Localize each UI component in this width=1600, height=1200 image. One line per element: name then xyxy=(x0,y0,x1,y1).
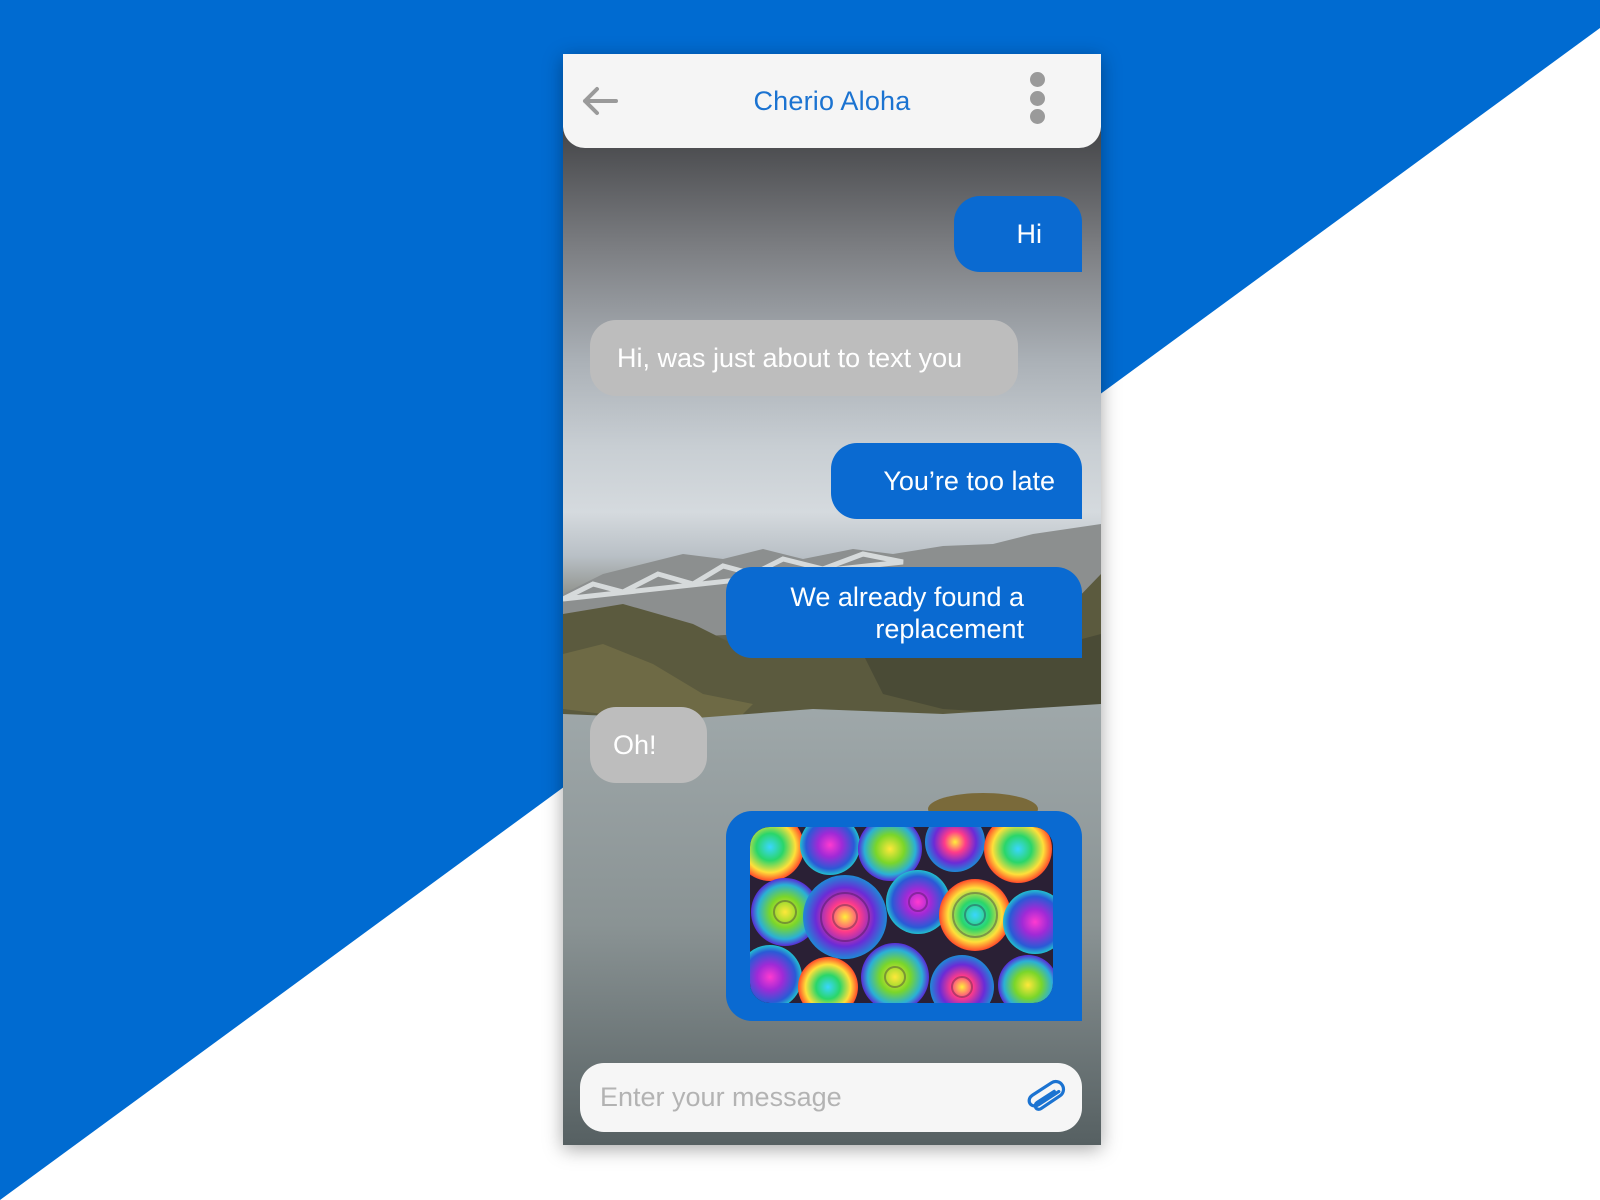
message-input[interactable] xyxy=(600,1077,1010,1117)
rainbow-roses-illustration xyxy=(750,827,1053,1003)
message-bubble-sent[interactable]: You’re too late xyxy=(831,443,1082,519)
message-bubble-sent[interactable]: We already found a replacement xyxy=(726,567,1082,658)
phone-screen: Cherio Aloha Hi Hi, was just about to te… xyxy=(563,54,1101,1145)
contact-name: Cherio Aloha xyxy=(753,86,911,116)
more-vertical-icon-dot xyxy=(1029,72,1045,87)
message-bubble-sent[interactable]: Hi xyxy=(954,196,1082,272)
message-text: Hi, was just about to text you xyxy=(617,343,963,373)
message-text: Hi xyxy=(1016,219,1043,249)
paperclip-icon xyxy=(1027,1079,1066,1111)
rainbow-roses-photo[interactable] xyxy=(750,827,1053,1003)
message-bubble-received[interactable]: Hi, was just about to text you xyxy=(590,320,1018,396)
message-composer xyxy=(580,1063,1082,1132)
more-vertical-icon-dot xyxy=(1029,109,1045,124)
message-text: We already found a replacement xyxy=(790,581,1024,644)
message-bubble-received[interactable]: Oh! xyxy=(590,707,707,783)
message-bubble-image[interactable] xyxy=(726,811,1082,1021)
message-text: Oh! xyxy=(613,730,657,760)
chat-header: Cherio Aloha xyxy=(563,54,1101,148)
more-options-button[interactable] xyxy=(1027,72,1047,124)
message-text: You’re too late xyxy=(883,466,1055,496)
more-vertical-icon-dot xyxy=(1029,90,1045,106)
attach-button[interactable] xyxy=(1024,1077,1068,1121)
